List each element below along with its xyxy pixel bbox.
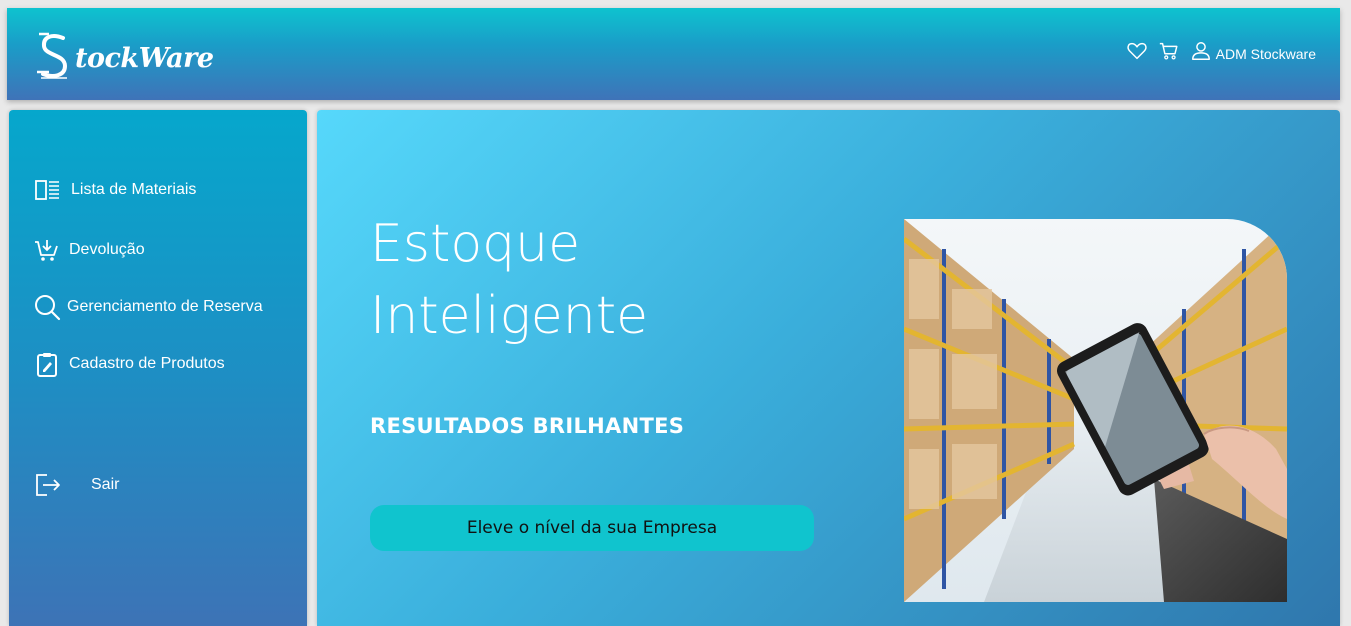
logout-icon xyxy=(36,474,60,496)
hero-title: Estoque Inteligente xyxy=(370,214,649,346)
heart-icon[interactable] xyxy=(1126,40,1148,62)
hero-subtitle: RESULTADOS BRILHANTES xyxy=(370,414,685,438)
sidebar-item-devolucao[interactable]: Devolução xyxy=(33,236,145,264)
logo-text: tockWare xyxy=(75,42,214,74)
warehouse-photo xyxy=(904,219,1287,602)
top-header: tockWare ADM Stockware xyxy=(7,8,1340,100)
user-name[interactable]: ADM Stockware xyxy=(1216,46,1316,62)
sidebar-item-lista-de-materiais[interactable]: Lista de Materiais xyxy=(33,176,196,204)
search-icon xyxy=(35,295,61,321)
sidebar-item-gerenciamento-de-reserva[interactable]: Gerenciamento de Reserva xyxy=(33,293,263,321)
hero-panel: Estoque Inteligente RESULTADOS BRILHANTE… xyxy=(317,110,1340,626)
sidebar-item-label: Gerenciamento de Reserva xyxy=(67,298,263,315)
sidebar: Lista de Materiais Devolução Gerenciamen… xyxy=(9,110,307,626)
cart-icon[interactable] xyxy=(1158,40,1180,62)
user-icon[interactable] xyxy=(1190,40,1212,62)
logout-label: Sair xyxy=(91,476,120,493)
sidebar-item-label: Devolução xyxy=(69,241,145,258)
cart-return-icon xyxy=(35,240,58,261)
clipboard-edit-icon xyxy=(37,353,57,377)
logout-button[interactable]: Sair xyxy=(33,471,119,499)
logo-s-icon xyxy=(37,32,68,79)
header-actions: ADM Stockware xyxy=(1116,40,1316,62)
warehouse-image xyxy=(904,219,1287,602)
sidebar-item-label: Lista de Materiais xyxy=(71,181,197,198)
stockware-logo[interactable]: tockWare xyxy=(35,30,214,82)
sidebar-item-label: Cadastro de Produtos xyxy=(69,355,225,372)
sidebar-item-cadastro-de-produtos[interactable]: Cadastro de Produtos xyxy=(33,350,225,378)
list-icon xyxy=(35,180,59,200)
cta-button[interactable]: Eleve o nível da sua Empresa xyxy=(370,505,814,551)
